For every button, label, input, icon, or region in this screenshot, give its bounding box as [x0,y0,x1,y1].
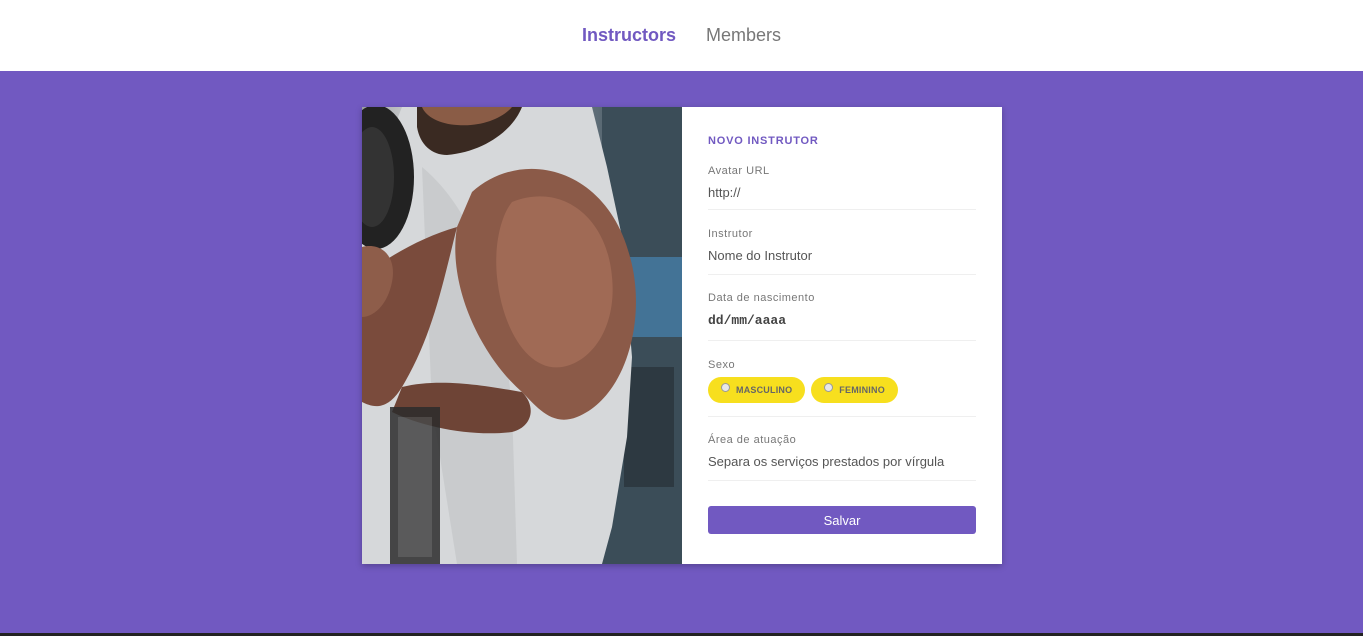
birth-date-label: Data de nascimento [708,292,815,304]
instructor-form: NOVO INSTRUTOR Avatar URL Instrutor Data… [682,107,1002,564]
avatar-url-input[interactable] [708,181,976,203]
instructor-name-field: Instrutor [708,228,976,275]
radio-circle-icon[interactable] [721,382,730,392]
nav-link-instructors[interactable]: Instructors [582,25,676,46]
gender-option-feminino[interactable]: FEMININO [811,377,898,403]
bodybuilder-image [362,107,682,564]
top-nav: Instructors Members [0,0,1363,71]
services-area-input[interactable] [708,450,976,472]
nav-link-members[interactable]: Members [706,25,781,46]
birth-date-input[interactable] [708,308,976,332]
gender-option-label: MASCULINO [736,385,793,395]
form-title: NOVO INSTRUTOR [708,135,819,147]
birth-date-field: Data de nascimento [708,292,976,341]
radio-circle-icon[interactable] [824,382,834,392]
instructor-name-input[interactable] [708,244,976,266]
gender-options: MASCULINO FEMININO [708,377,976,403]
gender-option-label: FEMININO [839,385,885,395]
services-area-field: Área de atuação [708,434,976,481]
gender-label: Sexo [708,359,736,371]
save-button[interactable]: Salvar [708,506,976,534]
instructor-name-label: Instrutor [708,228,753,240]
avatar-url-field: Avatar URL [708,165,976,210]
instructor-photo [362,107,682,564]
new-instructor-card: NOVO INSTRUTOR Avatar URL Instrutor Data… [362,107,1002,564]
gender-field: Sexo MASCULINO FEMININO [708,359,976,417]
services-area-label: Área de atuação [708,434,797,446]
gender-option-masculino[interactable]: MASCULINO [708,377,806,403]
avatar-url-label: Avatar URL [708,165,770,177]
